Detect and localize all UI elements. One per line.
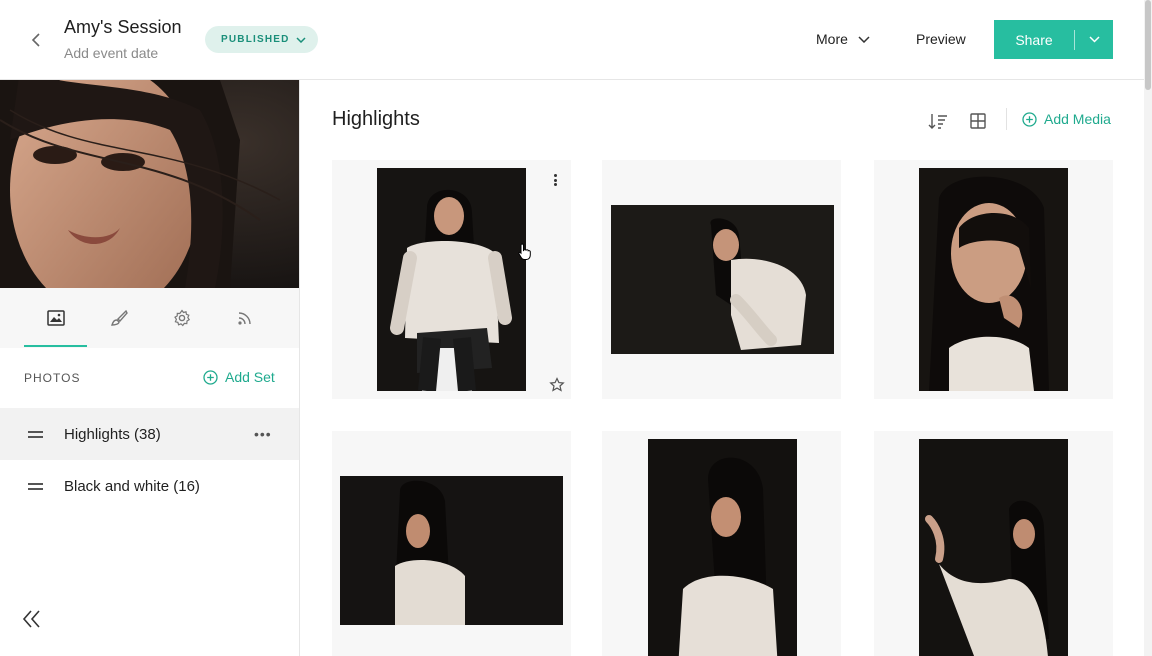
scrollbar-thumb[interactable] xyxy=(1145,0,1151,90)
set-options-button[interactable]: ••• xyxy=(254,426,272,442)
set-title: Highlights xyxy=(332,108,420,130)
tab-settings[interactable] xyxy=(150,288,213,348)
share-button[interactable]: Share xyxy=(994,20,1113,59)
tab-activity[interactable] xyxy=(213,288,276,348)
sort-button[interactable] xyxy=(928,111,948,131)
chevron-down-icon xyxy=(1088,36,1100,43)
collapse-sidebar-button[interactable] xyxy=(22,610,42,633)
star-icon[interactable] xyxy=(549,377,565,393)
set-label: Black and white (16) xyxy=(64,477,200,495)
add-set-button[interactable]: Add Set xyxy=(203,369,275,385)
set-label: Highlights (38) xyxy=(64,425,161,443)
photo-thumbnail[interactable] xyxy=(648,439,797,656)
main-content: Highlights Add Media xyxy=(300,80,1144,656)
sidebar: PHOTOS Add Set Highlights (38) ••• Black… xyxy=(0,80,300,656)
status-label: PUBLISHED xyxy=(221,34,290,45)
drag-handle-icon[interactable] xyxy=(28,428,43,441)
active-tab-indicator xyxy=(24,345,87,347)
share-options-button[interactable] xyxy=(1075,20,1113,59)
photo-tile[interactable] xyxy=(332,160,571,399)
more-menu-button[interactable]: More xyxy=(816,31,870,47)
back-button[interactable] xyxy=(24,28,48,52)
set-item-black-and-white[interactable]: Black and white (16) xyxy=(0,460,299,512)
preview-button[interactable]: Preview xyxy=(916,31,966,47)
top-bar: Amy's Session Add event date PUBLISHED M… xyxy=(0,0,1144,80)
chevron-down-icon xyxy=(858,35,870,43)
tab-photos[interactable] xyxy=(24,288,87,348)
page-scrollbar[interactable] xyxy=(1144,0,1152,656)
add-media-label: Add Media xyxy=(1044,111,1111,127)
feed-icon xyxy=(237,312,251,325)
sort-icon xyxy=(928,114,947,129)
grid-view-button[interactable] xyxy=(968,111,988,131)
photo-tile[interactable] xyxy=(332,431,571,656)
photo-thumbnail[interactable] xyxy=(919,168,1068,391)
more-label: More xyxy=(816,31,848,47)
sidebar-tabs xyxy=(0,288,299,348)
plus-circle-icon xyxy=(203,369,218,385)
photo-tile[interactable] xyxy=(874,431,1113,656)
session-title: Amy's Session xyxy=(64,17,182,37)
set-item-highlights[interactable]: Highlights (38) ••• xyxy=(0,408,299,460)
plus-circle-icon xyxy=(1022,111,1037,127)
photo-tile[interactable] xyxy=(602,160,841,399)
status-dropdown[interactable]: PUBLISHED xyxy=(205,26,318,53)
cover-photo[interactable] xyxy=(0,80,299,288)
photo-thumbnail[interactable] xyxy=(919,439,1068,656)
share-label: Share xyxy=(1015,31,1053,48)
double-chevron-left-icon xyxy=(22,610,40,628)
photo-thumbnail[interactable] xyxy=(377,168,526,391)
chevron-down-icon xyxy=(296,36,306,43)
photo-tile[interactable] xyxy=(874,160,1113,399)
chevron-left-icon xyxy=(31,33,40,47)
gear-icon xyxy=(173,309,190,327)
add-event-date-link[interactable]: Add event date xyxy=(64,45,158,61)
grid-icon xyxy=(970,113,986,129)
photo-thumbnail[interactable] xyxy=(611,205,834,354)
drag-handle-icon[interactable] xyxy=(28,480,43,493)
toolbar-divider xyxy=(1006,108,1007,130)
add-media-button[interactable]: Add Media xyxy=(1022,111,1111,127)
photo-options-button[interactable] xyxy=(551,172,559,188)
photo-tile[interactable] xyxy=(602,431,841,656)
add-set-label: Add Set xyxy=(225,369,275,385)
brush-icon xyxy=(110,309,128,326)
tab-design[interactable] xyxy=(87,288,150,348)
photos-section-label: PHOTOS xyxy=(24,371,81,385)
image-icon xyxy=(46,310,65,326)
photo-thumbnail[interactable] xyxy=(340,476,563,625)
